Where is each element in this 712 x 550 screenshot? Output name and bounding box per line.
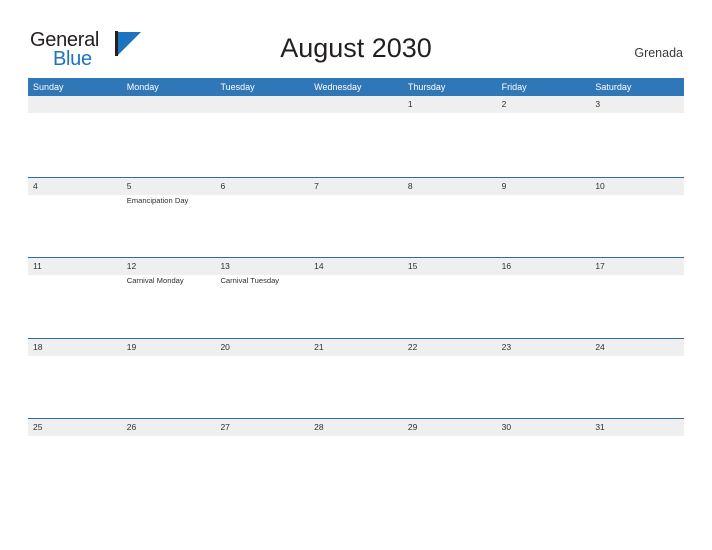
calendar-day-cell[interactable]: 8 (403, 178, 497, 258)
calendar-day-cell[interactable]: 14 (309, 258, 403, 338)
calendar-day-number (314, 99, 403, 111)
calendar-day-number: 8 (407, 180, 413, 191)
calendar-day-number: 14 (314, 261, 324, 271)
calendar-day-cell[interactable]: 29 (403, 419, 497, 499)
calendar-day-number: 17 (595, 261, 605, 271)
weekday-header-sunday: Sunday (33, 82, 64, 92)
calendar-day-number: 26 (126, 422, 137, 432)
calendar-day-cell[interactable]: 15 (403, 258, 497, 338)
calendar-week-row: 11 12 Carnival Monday 13 Carnival Tuesday 14 1… (28, 257, 684, 338)
calendar-day-number: 27 (220, 422, 230, 432)
calendar-day-cell[interactable]: 27 (215, 419, 309, 499)
weekday-header-tuesday: Tuesday (220, 82, 255, 92)
page-header: General Blue August 2030 Grenada (0, 0, 712, 78)
calendar-day-number: 28 (314, 422, 324, 432)
calendar-day-events: Carnival Monday (127, 276, 216, 286)
calendar-day-number: 18 (33, 341, 43, 352)
calendar-day-number: 15 (407, 261, 418, 271)
calendar-day-cell[interactable]: 25 (28, 419, 122, 499)
calendar-day-cell[interactable]: 18 (28, 339, 122, 419)
page-title: August 2030 (280, 33, 432, 63)
calendar-day-cell[interactable]: 19 (122, 339, 216, 419)
calendar-day-number: 19 (126, 341, 137, 352)
calendar-day-cell[interactable]: 1 (403, 96, 497, 177)
calendar-day-number (127, 99, 216, 111)
calendar-day-cell-empty (215, 96, 309, 177)
calendar-day-number: 5 (126, 180, 132, 191)
calendar-day-cell[interactable]: 22 (403, 339, 497, 419)
calendar-day-events: Carnival Tuesday (220, 276, 309, 286)
calendar-day-cell[interactable]: 9 (497, 178, 591, 258)
calendar-day-number: 12 (126, 261, 137, 271)
calendar-day-number: 11 (33, 261, 42, 271)
calendar-day-number: 7 (314, 180, 319, 191)
calendar-day-cell[interactable]: 3 (590, 96, 684, 177)
calendar-day-cell[interactable]: 28 (309, 419, 403, 499)
calendar-day-cell[interactable]: 16 (497, 258, 591, 338)
calendar-day-cell[interactable]: 31 (590, 419, 684, 499)
calendar-day-number: 6 (220, 180, 226, 191)
calendar-day-cell[interactable]: 7 (309, 178, 403, 258)
calendar-week-row: 25 26 27 28 29 30 31 (28, 418, 684, 499)
calendar-day-cell[interactable]: 23 (497, 339, 591, 419)
calendar-day-cell[interactable]: 13 Carnival Tuesday (215, 258, 309, 338)
weekday-header-monday: Monday (126, 82, 159, 92)
calendar-event-label: Carnival Tuesday (220, 276, 280, 285)
calendar-day-number: 31 (595, 422, 605, 432)
calendar-day-number: 2 (501, 99, 507, 109)
calendar-day-number (33, 99, 122, 111)
calendar-day-number: 13 (220, 261, 230, 271)
calendar-day-cell[interactable]: 24 (590, 339, 684, 419)
calendar-event-label: Emancipation Day (126, 195, 189, 205)
calendar-day-cell[interactable]: 20 (215, 339, 309, 419)
calendar-day-number: 24 (595, 341, 605, 352)
calendar-day-number: 22 (407, 341, 418, 352)
location-label: Grenada (634, 46, 683, 60)
calendar-day-number (220, 99, 309, 111)
calendar-day-number: 30 (501, 422, 512, 432)
calendar-day-number: 4 (33, 180, 38, 191)
calendar-day-cell[interactable]: 2 (497, 96, 591, 177)
calendar-weeks: 1 2 3 4 5 Emancipation Day 6 7 8 9 10 11 12 Carnival … (28, 96, 684, 499)
calendar-day-cell[interactable]: 6 (215, 178, 309, 258)
weekday-header-friday: Friday (501, 82, 527, 92)
calendar-day-number: 20 (220, 341, 230, 352)
calendar-week-row: 4 5 Emancipation Day 6 7 8 9 10 (28, 176, 684, 258)
calendar-day-number: 23 (501, 341, 512, 352)
calendar-day-number: 1 (407, 99, 413, 109)
calendar-day-cell[interactable]: 11 (28, 258, 122, 338)
calendar-event-label: Carnival Monday (126, 276, 184, 285)
calendar-day-cell[interactable]: 26 (122, 419, 216, 499)
calendar-day-cell[interactable]: 5 Emancipation Day (122, 178, 216, 258)
calendar-page: General Blue August 2030 Grenada Sunday … (0, 0, 712, 550)
weekday-header-thursday: Thursday (407, 82, 446, 92)
calendar-week-row: 18 19 20 21 22 23 24 (28, 337, 684, 419)
calendar-day-cell[interactable]: 30 (497, 419, 591, 499)
calendar-day-cell[interactable]: 21 (309, 339, 403, 419)
calendar-week-row: 1 2 3 (28, 96, 684, 177)
calendar-day-number: 25 (33, 422, 43, 432)
calendar-day-cell[interactable]: 10 (590, 178, 684, 258)
calendar-day-number: 21 (314, 341, 324, 352)
calendar-day-number: 9 (501, 180, 507, 191)
calendar-day-number: 10 (595, 180, 605, 191)
calendar-day-cell-empty (122, 96, 216, 177)
calendar-day-cell-empty (28, 96, 122, 177)
calendar-day-number: 29 (407, 422, 418, 432)
calendar-table: Sunday Monday Tuesday Wednesday Thursday… (28, 78, 684, 499)
weekday-header-row: Sunday Monday Tuesday Wednesday Thursday… (28, 78, 684, 96)
weekday-header-saturday: Saturday (595, 82, 632, 92)
calendar-day-cell[interactable]: 4 (28, 178, 122, 258)
weekday-header-wednesday: Wednesday (314, 82, 362, 92)
calendar-day-events: Emancipation Day (127, 196, 216, 206)
calendar-day-cell-empty (309, 96, 403, 177)
calendar-day-number: 16 (501, 261, 512, 271)
calendar-day-cell[interactable]: 12 Carnival Monday (122, 258, 216, 338)
calendar-day-cell[interactable]: 17 (590, 258, 684, 338)
calendar-day-number: 3 (595, 99, 601, 109)
